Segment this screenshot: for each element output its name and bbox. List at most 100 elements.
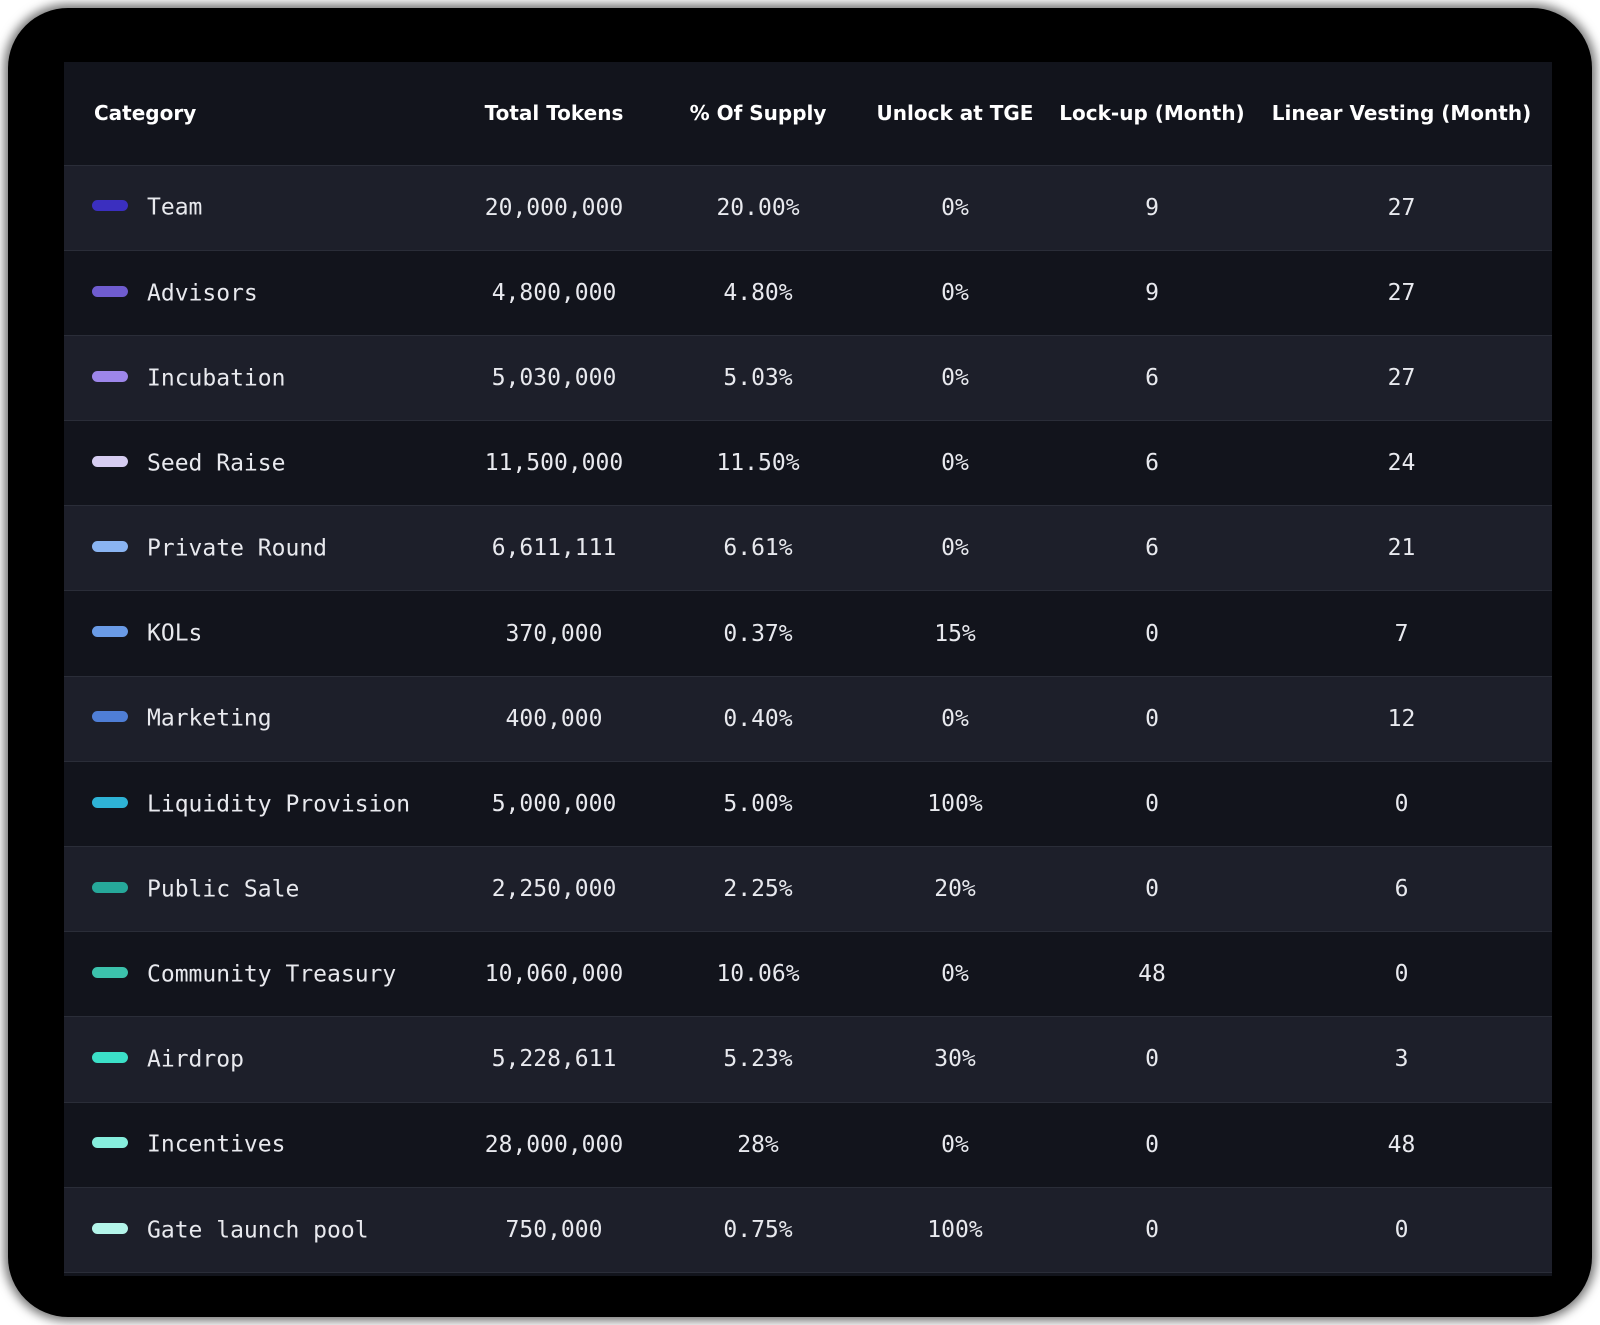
lockup-cell: 9 <box>1053 250 1251 336</box>
total-tokens-cell: 5,000,000 <box>449 761 659 848</box>
category-color-swatch <box>92 541 128 553</box>
unlock-tge-cell: 0% <box>857 676 1053 762</box>
category-cell: KOLs <box>64 590 449 677</box>
pct-supply-cell: 0.40% <box>659 676 857 762</box>
unlock-tge-cell: 30% <box>857 1016 1053 1103</box>
pct-supply-cell: 28% <box>659 1102 857 1188</box>
vesting-cell: 12 <box>1251 676 1552 762</box>
unlock-tge-cell: 0% <box>857 1102 1053 1188</box>
vesting-cell: 21 <box>1251 505 1552 592</box>
total-tokens-cell: 10,060,000 <box>449 931 659 1018</box>
category-label: Private Round <box>147 535 328 562</box>
total-tokens-cell: 4,800,000 <box>449 250 659 336</box>
category-cell: Advisors <box>64 250 449 336</box>
pct-supply-cell: 6.61% <box>659 505 857 592</box>
category-label: Team <box>147 194 203 221</box>
table-body: Team 20,000,000 20.00% 0% 9 27 Advisors 4,800,0… <box>64 165 1552 1273</box>
table-row: Private Round 6,611,111 6.61% 0% 6 21 <box>64 505 1552 592</box>
table-row: Liquidity Provision 5,000,000 5.00% 100% 0 0 <box>64 761 1552 848</box>
category-label: Community Treasury <box>147 961 397 988</box>
unlock-tge-cell: 0% <box>857 250 1053 336</box>
total-tokens-cell: 6,611,111 <box>449 505 659 592</box>
category-color-swatch <box>92 1137 128 1149</box>
column-header-category: Category <box>64 62 449 166</box>
total-tokens-cell: 11,500,000 <box>449 420 659 507</box>
category-cell: Private Round <box>64 505 449 592</box>
total-tokens-cell: 28,000,000 <box>449 1102 659 1188</box>
pct-supply-cell: 2.25% <box>659 846 857 933</box>
unlock-tge-cell: 0% <box>857 420 1053 507</box>
column-header-unlock-tge: Unlock at TGE <box>857 62 1053 166</box>
category-label: Marketing <box>147 705 272 732</box>
unlock-tge-cell: 20% <box>857 846 1053 933</box>
unlock-tge-cell: 15% <box>857 590 1053 677</box>
category-cell: Airdrop <box>64 1016 449 1103</box>
category-color-swatch <box>92 370 128 382</box>
unlock-tge-cell: 100% <box>857 761 1053 848</box>
pct-supply-cell: 0.37% <box>659 590 857 677</box>
header-row: Category Total Tokens % Of Supply Unlock… <box>64 62 1552 166</box>
category-cell: Incubation <box>64 335 449 422</box>
vesting-cell: 0 <box>1251 761 1552 848</box>
vesting-cell: 27 <box>1251 165 1552 251</box>
vesting-cell: 48 <box>1251 1102 1552 1188</box>
vesting-cell: 27 <box>1251 335 1552 422</box>
lockup-cell: 0 <box>1053 590 1251 677</box>
category-cell: Marketing <box>64 676 449 762</box>
vesting-cell: 27 <box>1251 250 1552 336</box>
unlock-tge-cell: 0% <box>857 505 1053 592</box>
unlock-tge-cell: 0% <box>857 931 1053 1018</box>
table-row: Gate launch pool 750,000 0.75% 100% 0 0 <box>64 1187 1552 1273</box>
pct-supply-cell: 10.06% <box>659 931 857 1018</box>
total-tokens-cell: 20,000,000 <box>449 165 659 251</box>
table-row: Incubation 5,030,000 5.03% 0% 6 27 <box>64 335 1552 422</box>
total-tokens-cell: 750,000 <box>449 1187 659 1273</box>
tokenomics-table: Category Total Tokens % Of Supply Unlock… <box>64 62 1552 1273</box>
total-tokens-cell: 5,228,611 <box>449 1016 659 1103</box>
category-label: Incubation <box>147 365 286 392</box>
category-label: Gate launch pool <box>147 1217 369 1244</box>
lockup-cell: 0 <box>1053 676 1251 762</box>
pct-supply-cell: 5.03% <box>659 335 857 422</box>
tokenomics-table-panel: Category Total Tokens % Of Supply Unlock… <box>64 62 1552 1276</box>
table-row: Community Treasury 10,060,000 10.06% 0% 48 0 <box>64 931 1552 1018</box>
vesting-cell: 7 <box>1251 590 1552 677</box>
category-color-swatch <box>92 455 128 467</box>
vesting-cell: 24 <box>1251 420 1552 507</box>
category-label: Advisors <box>147 280 258 307</box>
category-label: Airdrop <box>147 1046 244 1073</box>
category-label: Seed Raise <box>147 450 286 477</box>
table-row: Team 20,000,000 20.00% 0% 9 27 <box>64 165 1552 251</box>
vesting-cell: 6 <box>1251 846 1552 933</box>
lockup-cell: 0 <box>1053 1016 1251 1103</box>
lockup-cell: 0 <box>1053 846 1251 933</box>
pct-supply-cell: 5.23% <box>659 1016 857 1103</box>
column-header-pct-supply: % Of Supply <box>659 62 857 166</box>
total-tokens-cell: 2,250,000 <box>449 846 659 933</box>
category-label: Liquidity Provision <box>147 791 411 818</box>
category-cell: Liquidity Provision <box>64 761 449 848</box>
column-header-vesting: Linear Vesting (Month) <box>1251 62 1552 166</box>
category-color-swatch <box>92 200 128 212</box>
category-cell: Gate launch pool <box>64 1187 449 1273</box>
category-color-swatch <box>92 711 128 723</box>
pct-supply-cell: 5.00% <box>659 761 857 848</box>
unlock-tge-cell: 100% <box>857 1187 1053 1273</box>
lockup-cell: 9 <box>1053 165 1251 251</box>
category-color-swatch <box>92 1222 128 1234</box>
category-color-swatch <box>92 626 128 638</box>
category-color-swatch <box>92 881 128 893</box>
total-tokens-cell: 400,000 <box>449 676 659 762</box>
vesting-cell: 0 <box>1251 931 1552 1018</box>
category-cell: Seed Raise <box>64 420 449 507</box>
lockup-cell: 0 <box>1053 1187 1251 1273</box>
category-label: Incentives <box>147 1131 286 1158</box>
category-label: KOLs <box>147 620 203 647</box>
vesting-cell: 0 <box>1251 1187 1552 1273</box>
lockup-cell: 6 <box>1053 335 1251 422</box>
table-row: Public Sale 2,250,000 2.25% 20% 0 6 <box>64 846 1552 933</box>
screenshot-frame: Category Total Tokens % Of Supply Unlock… <box>8 8 1592 1317</box>
table-row: Airdrop 5,228,611 5.23% 30% 0 3 <box>64 1016 1552 1103</box>
table-row: Seed Raise 11,500,000 11.50% 0% 6 24 <box>64 420 1552 507</box>
category-cell: Team <box>64 165 449 251</box>
